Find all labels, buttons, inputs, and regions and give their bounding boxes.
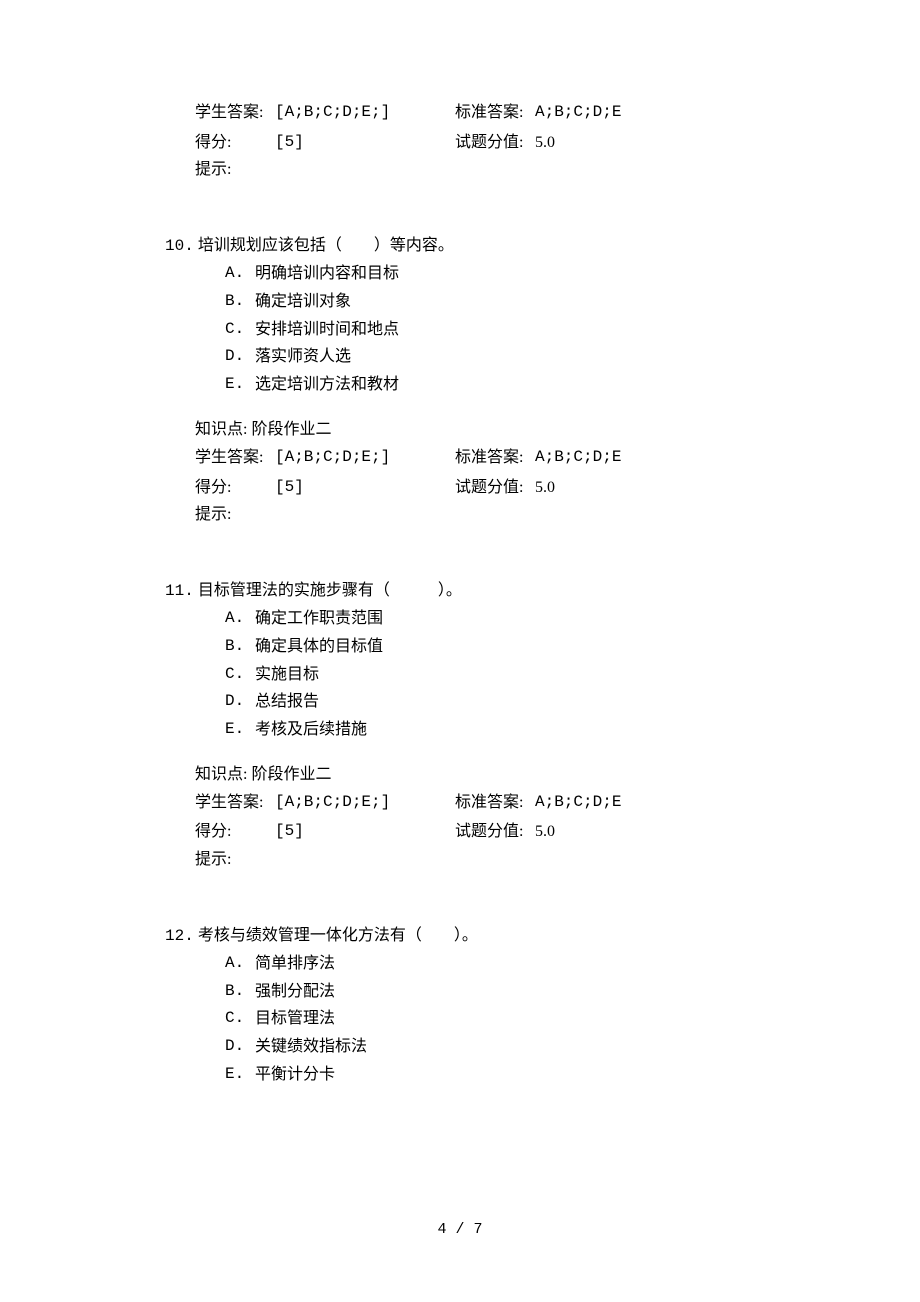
q9-standard-answer: A;B;C;D;E: [535, 100, 645, 126]
standard-answer-label: 标准答案:: [455, 100, 535, 126]
option-text: 确定培训对象: [255, 289, 755, 315]
option-letter: B.: [225, 979, 255, 1005]
q10-standard-answer: A;B;C;D;E: [535, 445, 645, 471]
q11-stem: 目标管理法的实施步骤有（ ）。: [198, 582, 462, 599]
option-letter: D.: [225, 689, 255, 715]
q12-stem: 考核与绩效管理一体化方法有（ ）。: [198, 927, 478, 944]
q10-student-answer: [A;B;C;D;E;]: [275, 445, 455, 471]
q10-stem-line: 10. 培训规划应该包括（ ）等内容。: [165, 233, 755, 260]
q11-option-e: E. 考核及后续措施: [225, 717, 755, 743]
page-container: 学生答案: [A;B;C;D;E;] 标准答案: A;B;C;D;E 得分: […: [0, 0, 920, 1302]
q11-stem-line: 11. 目标管理法的实施步骤有（ ）。: [165, 578, 755, 605]
q11-tip-label: 提示:: [195, 847, 755, 873]
question-9-info: 学生答案: [A;B;C;D;E;] 标准答案: A;B;C;D;E 得分: […: [165, 100, 755, 183]
q11-option-c: C. 实施目标: [225, 662, 755, 688]
q11-score: [5]: [275, 819, 455, 845]
page-number: 4 / 7: [0, 1218, 920, 1242]
q11-option-d: D. 总结报告: [225, 689, 755, 715]
q9-score: [5]: [275, 130, 455, 156]
q10-number: 10.: [165, 237, 194, 255]
score-total-label: 试题分值:: [455, 475, 535, 501]
option-letter: C.: [225, 662, 255, 688]
q11-kp: 知识点: 阶段作业二: [195, 762, 755, 788]
option-letter: A.: [225, 951, 255, 977]
option-text: 考核及后续措施: [255, 717, 755, 743]
q10-option-c: C. 安排培训时间和地点: [225, 317, 755, 343]
option-letter: A.: [225, 606, 255, 632]
q10-options: A. 明确培训内容和目标 B. 确定培训对象 C. 安排培训时间和地点 D. 落…: [225, 261, 755, 397]
option-text: 目标管理法: [255, 1006, 755, 1032]
score-label: 得分:: [195, 475, 275, 501]
q12-number: 12.: [165, 927, 194, 945]
q12-options: A. 简单排序法 B. 强制分配法 C. 目标管理法 D. 关键绩效指标法 E.…: [225, 951, 755, 1087]
q12-option-b: B. 强制分配法: [225, 979, 755, 1005]
q11-student-answer: [A;B;C;D;E;]: [275, 790, 455, 816]
q10-stem: 培训规划应该包括（ ）等内容。: [198, 237, 454, 254]
option-text: 确定工作职责范围: [255, 606, 755, 632]
option-letter: E.: [225, 717, 255, 743]
option-text: 总结报告: [255, 689, 755, 715]
option-text: 强制分配法: [255, 979, 755, 1005]
option-letter: C.: [225, 1006, 255, 1032]
score-label: 得分:: [195, 819, 275, 845]
kp-label: 知识点:: [195, 421, 247, 438]
option-letter: B.: [225, 289, 255, 315]
student-answer-label: 学生答案:: [195, 445, 275, 471]
q10-option-d: D. 落实师资人选: [225, 344, 755, 370]
q11-score-total: 5.0: [535, 819, 645, 845]
score-label: 得分:: [195, 130, 275, 156]
q10-score-total: 5.0: [535, 475, 645, 501]
score-total-label: 试题分值:: [455, 130, 535, 156]
q10-kp: 知识点: 阶段作业二: [195, 417, 755, 443]
option-text: 明确培训内容和目标: [255, 261, 755, 287]
q10-option-b: B. 确定培训对象: [225, 289, 755, 315]
q11-info-grid: 学生答案: [A;B;C;D;E;] 标准答案: A;B;C;D;E 得分: […: [195, 790, 755, 845]
q9-score-total: 5.0: [535, 130, 645, 156]
option-text: 安排培训时间和地点: [255, 317, 755, 343]
q11-number: 11.: [165, 582, 194, 600]
standard-answer-label: 标准答案:: [455, 445, 535, 471]
standard-answer-label: 标准答案:: [455, 790, 535, 816]
q12-stem-line: 12. 考核与绩效管理一体化方法有（ ）。: [165, 923, 755, 950]
option-text: 平衡计分卡: [255, 1062, 755, 1088]
q10-score: [5]: [275, 475, 455, 501]
question-11: 11. 目标管理法的实施步骤有（ ）。 A. 确定工作职责范围 B. 确定具体的…: [165, 578, 755, 873]
option-letter: B.: [225, 634, 255, 660]
question-12: 12. 考核与绩效管理一体化方法有（ ）。 A. 简单排序法 B. 强制分配法 …: [165, 923, 755, 1088]
option-text: 关键绩效指标法: [255, 1034, 755, 1060]
kp-value: 阶段作业二: [251, 421, 331, 438]
q9-tip-label: 提示:: [195, 157, 755, 183]
option-text: 确定具体的目标值: [255, 634, 755, 660]
q9-student-answer: [A;B;C;D;E;]: [275, 100, 455, 126]
q12-option-e: E. 平衡计分卡: [225, 1062, 755, 1088]
q12-option-d: D. 关键绩效指标法: [225, 1034, 755, 1060]
q9-info-grid: 学生答案: [A;B;C;D;E;] 标准答案: A;B;C;D;E 得分: […: [195, 100, 755, 155]
q10-info-grid: 学生答案: [A;B;C;D;E;] 标准答案: A;B;C;D;E 得分: […: [195, 445, 755, 500]
q11-standard-answer: A;B;C;D;E: [535, 790, 645, 816]
option-letter: D.: [225, 344, 255, 370]
option-letter: C.: [225, 317, 255, 343]
q11-options: A. 确定工作职责范围 B. 确定具体的目标值 C. 实施目标 D. 总结报告 …: [225, 606, 755, 742]
q10-option-e: E. 选定培训方法和教材: [225, 372, 755, 398]
student-answer-label: 学生答案:: [195, 100, 275, 126]
q11-option-b: B. 确定具体的目标值: [225, 634, 755, 660]
score-total-label: 试题分值:: [455, 819, 535, 845]
option-text: 选定培训方法和教材: [255, 372, 755, 398]
option-letter: E.: [225, 372, 255, 398]
q10-tip-label: 提示:: [195, 502, 755, 528]
option-letter: A.: [225, 261, 255, 287]
option-text: 简单排序法: [255, 951, 755, 977]
option-text: 落实师资人选: [255, 344, 755, 370]
option-letter: E.: [225, 1062, 255, 1088]
q12-option-c: C. 目标管理法: [225, 1006, 755, 1032]
kp-label: 知识点:: [195, 766, 247, 783]
option-text: 实施目标: [255, 662, 755, 688]
q12-option-a: A. 简单排序法: [225, 951, 755, 977]
student-answer-label: 学生答案:: [195, 790, 275, 816]
q11-option-a: A. 确定工作职责范围: [225, 606, 755, 632]
option-letter: D.: [225, 1034, 255, 1060]
kp-value: 阶段作业二: [251, 766, 331, 783]
q10-option-a: A. 明确培训内容和目标: [225, 261, 755, 287]
question-10: 10. 培训规划应该包括（ ）等内容。 A. 明确培训内容和目标 B. 确定培训…: [165, 233, 755, 528]
